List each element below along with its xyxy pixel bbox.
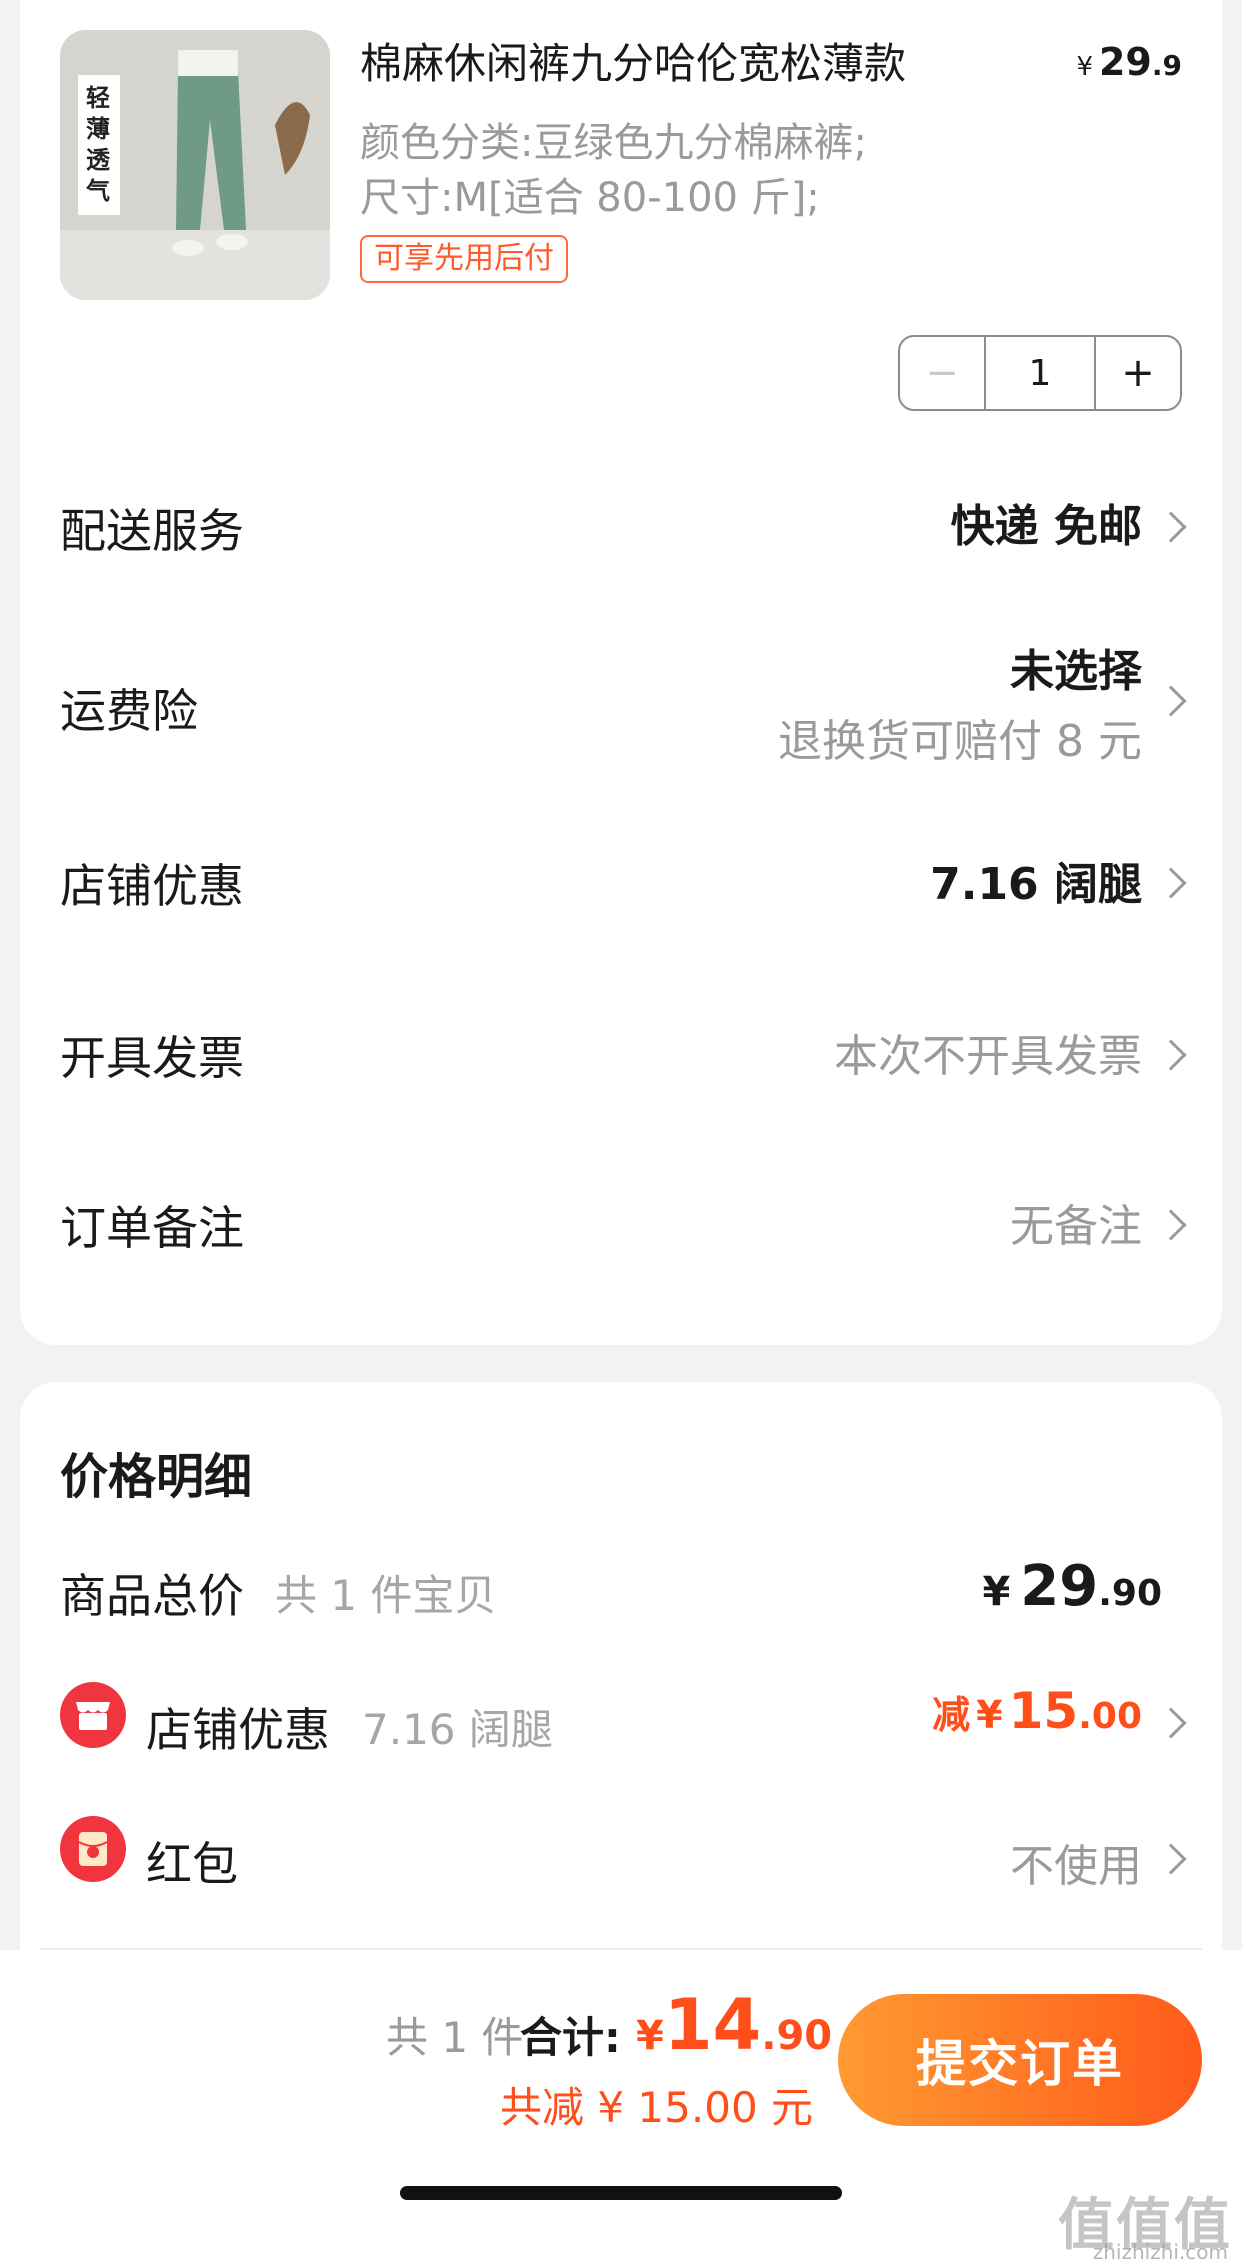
watermark-url: zhizhizhi.com bbox=[1092, 2240, 1228, 2264]
chevron-right-icon bbox=[1155, 1707, 1187, 1739]
goods-count: 共 1 件宝贝 bbox=[275, 1571, 497, 1620]
shipping-insurance-label: 运费险 bbox=[60, 684, 198, 738]
amount-integer: 14 bbox=[663, 1984, 762, 2066]
quantity-stepper: − 1 + bbox=[898, 335, 1182, 411]
checkout-bar: 共 1 件 合计: ¥14.90 共减 ¥ 15.00 元 提交订单 bbox=[0, 1950, 1242, 2268]
shipping-insurance-value: 未选择 bbox=[1010, 646, 1142, 697]
shop-discount-row[interactable]: 店铺优惠 7.16 阔腿 bbox=[20, 810, 1222, 950]
price-decimal: .9 bbox=[1151, 49, 1182, 82]
order-note-label: 订单备注 bbox=[60, 1201, 244, 1255]
chevron-right-icon bbox=[1155, 1843, 1187, 1875]
discount-prefix: 减 bbox=[932, 1693, 971, 1737]
product-price: ¥29.9 bbox=[1076, 40, 1182, 84]
decrease-button[interactable]: − bbox=[900, 337, 984, 409]
red-packet-icon-wrap bbox=[60, 1816, 126, 1882]
price-detail-title: 价格明细 bbox=[60, 1449, 253, 1505]
total-saved: 共减 ¥ 15.00 元 bbox=[500, 2083, 814, 2132]
invoice-row[interactable]: 开具发票 本次不开具发票 bbox=[20, 980, 1222, 1120]
invoice-label: 开具发票 bbox=[60, 1031, 244, 1085]
chevron-right-icon bbox=[1155, 511, 1187, 543]
item-count: 共 1 件 bbox=[386, 2013, 524, 2062]
shipping-insurance-row[interactable]: 运费险 未选择 退换货可赔付 8 元 bbox=[20, 620, 1222, 780]
delivery-value: 快递 免邮 bbox=[950, 501, 1142, 552]
red-packet-label: 红包 bbox=[146, 1837, 238, 1891]
currency-symbol: ¥ bbox=[976, 1693, 1003, 1737]
home-indicator[interactable] bbox=[400, 2186, 842, 2200]
total-amount: ¥14.90 bbox=[636, 1984, 832, 2066]
pay-later-tag: 可享先用后付 bbox=[360, 235, 568, 283]
shop-discount-value: 7.16 阔腿 bbox=[930, 859, 1142, 910]
delivery-label: 配送服务 bbox=[60, 504, 244, 558]
amount-integer: 29 bbox=[1020, 1554, 1099, 1619]
quantity-value[interactable]: 1 bbox=[984, 337, 1096, 409]
shop-discount-detail-name: 7.16 阔腿 bbox=[362, 1705, 553, 1754]
currency-symbol: ¥ bbox=[982, 1569, 1011, 1615]
currency-symbol: ¥ bbox=[636, 2013, 664, 2059]
price-integer: 29 bbox=[1098, 40, 1152, 84]
amount-integer: 15 bbox=[1008, 1682, 1079, 1740]
product-thumbnail[interactable]: 轻薄透气 bbox=[60, 30, 330, 300]
goods-total-amount: ¥29.90 bbox=[982, 1554, 1162, 1619]
chevron-right-icon bbox=[1155, 1209, 1187, 1241]
currency-symbol: ¥ bbox=[1076, 52, 1093, 82]
order-card: 轻薄透气 棉麻休闲裤九分哈伦宽松薄款 颜色分类:豆绿色九分棉麻裤; 尺寸:M[适… bbox=[20, 0, 1222, 1345]
order-note-row[interactable]: 订单备注 无备注 bbox=[20, 1150, 1222, 1290]
red-packet-value[interactable]: 不使用 bbox=[1010, 1830, 1142, 1894]
increase-button[interactable]: + bbox=[1096, 337, 1180, 409]
submit-order-button[interactable]: 提交订单 bbox=[838, 1994, 1202, 2126]
delivery-row[interactable]: 配送服务 快递 免邮 bbox=[20, 450, 1222, 590]
shop-discount-detail-label: 店铺优惠 bbox=[146, 1703, 330, 1757]
order-note-value: 无备注 bbox=[1010, 1201, 1142, 1252]
amount-decimal: .00 bbox=[1078, 1696, 1142, 1737]
amount-decimal: .90 bbox=[761, 2013, 833, 2059]
shop-icon bbox=[60, 1682, 126, 1748]
chevron-right-icon bbox=[1155, 867, 1187, 899]
goods-total-label: 商品总价 bbox=[60, 1569, 244, 1623]
product-spec-color: 颜色分类:豆绿色九分棉麻裤; bbox=[360, 120, 867, 166]
product-image-caption: 轻薄透气 bbox=[86, 83, 110, 205]
product-title[interactable]: 棉麻休闲裤九分哈伦宽松薄款 bbox=[360, 30, 906, 91]
shop-discount-amount[interactable]: 减 ¥15.00 bbox=[932, 1682, 1142, 1740]
store-icon bbox=[76, 1702, 110, 1730]
price-detail-card: 价格明细 商品总价 共 1 件宝贝 ¥29.90 店铺优惠 7.16 阔腿 减 ¥… bbox=[20, 1382, 1222, 1982]
chevron-right-icon bbox=[1155, 1039, 1187, 1071]
red-packet-icon bbox=[78, 1832, 108, 1866]
chevron-right-icon bbox=[1155, 685, 1187, 717]
shop-discount-label: 店铺优惠 bbox=[60, 859, 244, 913]
amount-decimal: .90 bbox=[1098, 1573, 1162, 1614]
total-label: 合计: bbox=[520, 2013, 621, 2062]
product-spec-size: 尺寸:M[适合 80-100 斤]; bbox=[360, 175, 820, 221]
shipping-insurance-sub: 退换货可赔付 8 元 bbox=[778, 716, 1142, 767]
invoice-value: 本次不开具发票 bbox=[834, 1031, 1142, 1082]
